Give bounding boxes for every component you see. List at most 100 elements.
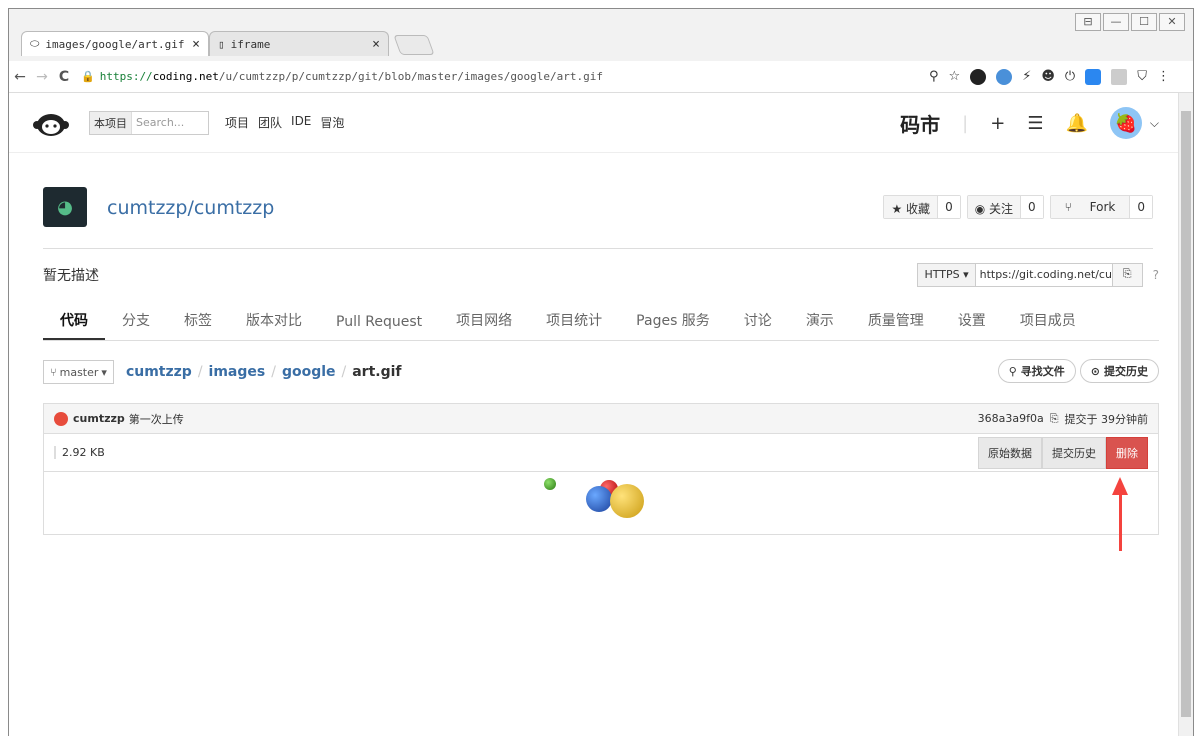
commit-time: 提交于 39分钟前	[1064, 412, 1149, 426]
list-icon[interactable]: ☰	[1027, 113, 1043, 134]
key-icon[interactable]: ⚲	[929, 69, 939, 84]
delete-button[interactable]: 删除	[1106, 436, 1148, 469]
tab-code[interactable]: 代码	[43, 310, 105, 340]
scrollbar[interactable]	[1178, 93, 1193, 736]
author-avatar[interactable]	[54, 411, 68, 426]
commit-author[interactable]: cumtzzp	[73, 412, 125, 425]
tab-branches[interactable]: 分支	[105, 310, 167, 340]
tab-network[interactable]: 项目网络	[439, 310, 529, 340]
page-content: 本项目 Search... 项目 团队 IDE 冒泡 码市 | + ☰ 🔔 🍓 …	[9, 93, 1179, 736]
extension-icon[interactable]: ☻	[1041, 69, 1055, 84]
file-history-button[interactable]: 提交历史	[1042, 436, 1106, 469]
star-label: ★ 收藏	[884, 196, 938, 218]
browser-window: ⊟ — ☐ ✕ ⬭ images/google/art.gif × ▯ ifra…	[8, 8, 1194, 736]
tab-discuss[interactable]: 讨论	[727, 310, 789, 340]
commit-meta: 368a3a9f0a ⎘ 提交于 39分钟前	[978, 411, 1148, 427]
search-scope[interactable]: 本项目	[90, 111, 132, 134]
fork-button[interactable]: ⑂ Fork 0	[1049, 195, 1153, 219]
maximize-button[interactable]: ☐	[1131, 13, 1157, 31]
extension-icon[interactable]	[996, 68, 1013, 85]
tab-settings[interactable]: 设置	[941, 310, 1003, 340]
tab-tags[interactable]: 标签	[167, 310, 229, 340]
crumb-images[interactable]: images	[209, 364, 266, 380]
extension-icon[interactable]	[1085, 68, 1102, 85]
header-nav: 项目 团队 IDE 冒泡	[225, 114, 344, 131]
tab-pull-request[interactable]: Pull Request	[319, 314, 439, 340]
forward-icon[interactable]: →	[31, 69, 53, 85]
github-favicon-icon: ⬭	[30, 37, 40, 50]
back-icon[interactable]: ←	[9, 69, 31, 85]
reload-icon[interactable]: C	[53, 69, 75, 85]
new-tab-button[interactable]	[393, 35, 435, 55]
nav-bubble[interactable]: 冒泡	[320, 114, 344, 131]
commit-hash[interactable]: 368a3a9f0a	[978, 412, 1044, 425]
file-actions: 原始数据 提交历史 删除	[978, 436, 1148, 469]
url-host: coding.net	[152, 70, 219, 83]
title-bar: ⊟ — ☐ ✕ ⬭ images/google/art.gif × ▯ ifra…	[9, 9, 1193, 61]
search-input[interactable]: 本项目 Search...	[89, 110, 209, 135]
bookmark-star-icon[interactable]: ☆	[949, 69, 961, 84]
tab-demo[interactable]: 演示	[789, 310, 851, 340]
plus-icon[interactable]: +	[990, 113, 1005, 134]
history-label: 提交历史	[1104, 365, 1148, 378]
tab-compare[interactable]: 版本对比	[229, 310, 319, 340]
copy-icon[interactable]: ⎘	[1050, 412, 1059, 426]
fork-count: 0	[1129, 196, 1152, 218]
url-field[interactable]: 🔒 https:// coding.net /u/cumtzzp/p/cumtz…	[81, 66, 921, 88]
avatar[interactable]: 🍓	[1109, 107, 1142, 139]
tab-close-icon[interactable]: ×	[372, 37, 380, 52]
tab-members[interactable]: 项目成员	[1003, 310, 1093, 340]
minimize-button[interactable]: —	[1103, 13, 1129, 31]
path-crumbs: cumtzzp / images / google / art.gif	[126, 364, 402, 380]
repo-name[interactable]: cumtzzp/cumtzzp	[107, 197, 274, 219]
star-button[interactable]: ★ 收藏 0	[883, 195, 961, 219]
clone-url-field[interactable]: https://git.coding.net/cu	[976, 264, 1112, 286]
bell-icon[interactable]: 🔔	[1065, 113, 1087, 134]
tab-quality[interactable]: 质量管理	[851, 310, 941, 340]
crumb-sep: /	[197, 364, 203, 380]
history-button[interactable]: ⊙ 提交历史	[1079, 359, 1159, 383]
commit-bar: cumtzzp 第一次上传 368a3a9f0a ⎘ 提交于 39分钟前	[44, 404, 1158, 434]
window-controls: ⊟ — ☐ ✕	[1075, 13, 1185, 31]
header-actions: 码市 | + ☰ 🔔 🍓 ⌵	[900, 107, 1159, 139]
find-file-button[interactable]: ⚲ 寻找文件	[997, 359, 1076, 383]
watch-button[interactable]: ◉ 关注 0	[966, 195, 1044, 219]
yellow-ball-image	[610, 484, 644, 518]
power-icon[interactable]: ⏻	[1065, 69, 1075, 84]
help-icon[interactable]: ?	[1153, 268, 1159, 282]
extension-icon[interactable]: ⚡	[1022, 69, 1031, 84]
shield-icon[interactable]: ⛉	[1137, 69, 1147, 84]
branch-icon: ⑂	[50, 365, 57, 379]
scrollbar-thumb[interactable]	[1181, 111, 1191, 717]
nav-ide[interactable]: IDE	[291, 114, 311, 131]
chevron-down-icon[interactable]: ⌵	[1150, 116, 1159, 131]
raw-button[interactable]: 原始数据	[978, 436, 1042, 469]
user-icon[interactable]: ⊟	[1075, 13, 1101, 31]
close-window-button[interactable]: ✕	[1159, 13, 1185, 31]
extension-icon[interactable]	[970, 68, 987, 85]
code-mart-logo[interactable]: 码市	[900, 109, 940, 138]
tab-close-icon[interactable]: ×	[192, 37, 200, 52]
tab-pages[interactable]: Pages 服务	[619, 310, 727, 340]
file-size: 2.92 KB	[54, 446, 105, 459]
menu-icon[interactable]: ⋮	[1157, 69, 1170, 84]
tab-stats[interactable]: 项目统计	[529, 310, 619, 340]
extension-icon[interactable]	[1111, 68, 1128, 85]
crumb-root[interactable]: cumtzzp	[126, 364, 192, 380]
find-file-label: 寻找文件	[1020, 365, 1065, 378]
browser-tab-active[interactable]: ⬭ images/google/art.gif ×	[21, 31, 209, 56]
browser-tab-iframe[interactable]: ▯ iframe ×	[209, 31, 389, 56]
clock-icon: ⊙	[1090, 364, 1100, 378]
crumb-google[interactable]: google	[282, 364, 336, 380]
clone-protocol-dropdown[interactable]: HTTPS ▾	[918, 264, 976, 286]
commit-message[interactable]: 第一次上传	[129, 411, 184, 427]
watch-count: 0	[1020, 196, 1043, 218]
copy-icon[interactable]: ⎘	[1111, 264, 1142, 286]
search-placeholder: Search...	[136, 116, 185, 129]
nav-projects[interactable]: 项目	[225, 114, 249, 131]
nav-teams[interactable]: 团队	[258, 114, 282, 131]
coding-logo-icon[interactable]	[33, 109, 69, 137]
breadcrumb: ⑂ master ▾ cumtzzp / images / google / a…	[43, 359, 1159, 385]
branch-selector[interactable]: ⑂ master ▾	[43, 360, 114, 384]
clone-url-group: HTTPS ▾ https://git.coding.net/cu ⎘	[917, 263, 1143, 287]
